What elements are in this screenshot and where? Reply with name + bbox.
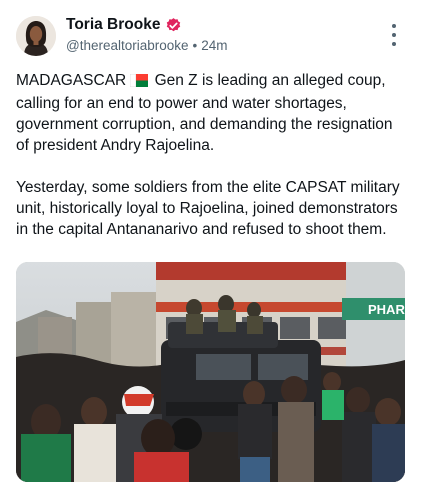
media-sign-text: PHAR [368, 302, 405, 317]
meta-separator: • [192, 38, 198, 53]
protest-photo: PHAR [16, 262, 405, 482]
author-handle[interactable]: @therealtoriabrooke [66, 38, 189, 53]
post-country-text: MADAGASCAR [16, 72, 127, 89]
author-name-row: Toria Brooke [66, 16, 182, 34]
verified-badge-icon [165, 17, 182, 34]
avatar-image [16, 16, 56, 56]
post-timestamp[interactable]: 24m [201, 38, 227, 53]
post-paragraph-1: MADAGASCAR Gen Z is leading an alleged c… [16, 70, 408, 156]
social-post: Toria Brooke @therealtoriabrooke • 24m M… [0, 0, 421, 500]
post-media-image[interactable]: PHAR [16, 262, 405, 482]
more-options-icon[interactable] [389, 24, 399, 46]
madagascar-flag-icon [129, 72, 149, 93]
author-display-name[interactable]: Toria Brooke [66, 16, 160, 34]
post-paragraph-2: Yesterday, some soldiers from the elite … [16, 179, 400, 238]
author-avatar[interactable] [16, 16, 56, 56]
post-body: MADAGASCAR Gen Z is leading an alleged c… [16, 70, 408, 240]
author-meta-row: @therealtoriabrooke • 24m [66, 38, 228, 53]
